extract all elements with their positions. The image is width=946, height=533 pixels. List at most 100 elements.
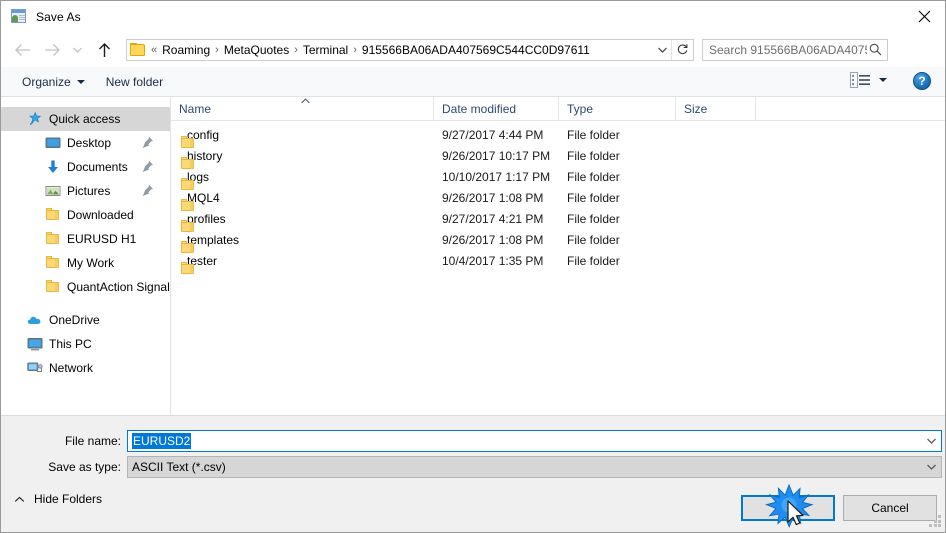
pin-icon[interactable] [142,136,154,149]
sidebar-item-eurusd-h1[interactable]: EURUSD H1 [1,227,170,251]
save-as-type-row: Save as type: ASCII Text (*.csv) [1,456,942,478]
folder-icon [130,43,146,56]
forward-button[interactable] [39,37,65,63]
sidebar-item-label: QuantAction Signal [67,280,170,294]
file-name-value[interactable]: EURUSD2 [132,433,192,449]
table-row[interactable]: MQL4 9/26/2017 1:08 PM File folder [171,187,945,211]
column-header-size[interactable]: Size [676,97,756,121]
sidebar-item-onedrive[interactable]: OneDrive [1,308,170,332]
hide-folders-label: Hide Folders [34,492,103,506]
file-type-cell: File folder [567,253,620,268]
save-as-type-select[interactable]: ASCII Text (*.csv) [127,456,942,478]
file-date-cell: 9/26/2017 1:08 PM [442,232,544,247]
file-date-cell: 10/4/2017 1:35 PM [442,253,544,268]
refresh-icon [677,44,688,55]
chevron-down-icon [879,78,887,82]
cloud-icon [27,312,43,328]
save-as-icon [10,8,27,25]
address-bar[interactable]: « Roaming › MetaQuotes › Terminal › 9155… [126,38,694,61]
chevron-up-icon [14,496,25,502]
sidebar-item-label: This PC [49,337,92,351]
picture-icon [45,183,61,199]
view-layout-icon [850,72,870,88]
column-header-label: Date modified [442,101,517,116]
table-row[interactable]: templates 9/26/2017 1:08 PM File folder [171,229,945,253]
save-label: Save [774,501,802,515]
save-as-type-label: Save as type: [48,460,121,474]
breadcrumb-overflow[interactable]: « [148,44,158,56]
file-date-cell: 9/27/2017 4:21 PM [442,211,544,226]
save-as-type-dropdown-button[interactable] [922,457,941,477]
sort-ascending-icon [301,97,310,103]
navigation-sidebar[interactable]: Quick access Desktop Documents Pictures … [1,97,171,415]
save-button[interactable]: Save [741,495,835,521]
sidebar-item-my-work[interactable]: My Work [1,251,170,275]
table-row[interactable]: profiles 9/27/2017 4:21 PM File folder [171,208,945,232]
column-header-type[interactable]: Type [559,97,676,121]
chevron-down-icon [72,47,82,53]
column-header-row: Name Date modified Type Size [171,97,945,121]
resize-grip-icon[interactable] [929,515,942,528]
cancel-button[interactable]: Cancel [843,495,937,521]
recent-locations-button[interactable] [67,37,87,63]
title-bar: Save As [1,1,945,32]
hide-folders-button[interactable]: Hide Folders [14,492,102,506]
sidebar-item-documents[interactable]: Documents [1,155,170,179]
file-type-cell: File folder [567,232,620,247]
table-row[interactable]: history 9/26/2017 10:17 PM File folder [171,145,945,169]
sidebar-item-label: OneDrive [49,313,100,327]
breadcrumb-item-metaquotes[interactable]: MetaQuotes [220,41,293,59]
sidebar-item-label: Downloaded [67,208,134,222]
chevron-down-icon [657,47,667,53]
file-name-label: File name: [64,434,121,448]
breadcrumb-item-terminal-id[interactable]: 915566BA06ADA407569C544CC0D97611 [358,41,594,59]
up-one-level-button[interactable] [91,37,117,63]
help-label: ? [918,74,926,88]
sidebar-item-this-pc[interactable]: This PC [1,332,170,356]
folder-icon [45,231,61,247]
file-name-cell: history [171,149,434,169]
view-options-group[interactable] [850,72,887,88]
table-row[interactable]: logs 10/10/2017 1:17 PM File folder [171,166,945,190]
column-header-label: Name [179,101,212,116]
breadcrumb-item-terminal[interactable]: Terminal [299,41,352,59]
file-date-cell: 9/26/2017 1:08 PM [442,190,544,205]
sidebar-item-label: My Work [67,256,115,270]
sidebar-item-quantaction-signal[interactable]: QuantAction Signal [1,275,170,299]
file-date-cell: 10/10/2017 1:17 PM [442,169,551,184]
sidebar-item-quick-access[interactable]: Quick access [1,107,170,131]
help-button[interactable]: ? [913,72,931,90]
pin-icon[interactable] [142,160,154,173]
arrow-right-icon [44,43,60,56]
sidebar-item-desktop[interactable]: Desktop [1,131,170,155]
column-header-name[interactable]: Name [171,97,434,121]
network-icon [27,360,43,376]
refresh-button[interactable] [671,39,693,60]
address-dropdown-button[interactable] [653,40,671,60]
file-name-input[interactable]: EURUSD2 [127,430,942,452]
organize-menu-button[interactable]: Organize [15,71,92,93]
file-name-label: templates [187,232,240,247]
search-icon [869,43,882,55]
back-button[interactable] [9,37,35,63]
star-pin-icon [27,111,43,127]
breadcrumb-item-roaming[interactable]: Roaming [158,41,214,59]
cancel-label: Cancel [871,501,909,515]
pin-icon[interactable] [142,184,154,197]
file-name-dropdown-button[interactable] [922,431,941,451]
search-box[interactable] [702,38,888,61]
table-row[interactable]: config 9/27/2017 4:44 PM File folder [171,124,945,148]
folder-icon [45,255,61,271]
new-folder-button[interactable]: New folder [99,71,170,93]
table-row[interactable]: tester 10/4/2017 1:35 PM File folder [171,250,945,274]
sidebar-item-downloaded[interactable]: Downloaded [1,203,170,227]
close-button[interactable] [901,1,945,32]
column-header-date-modified[interactable]: Date modified [434,97,559,121]
dialog-footer: File name: EURUSD2 Save as type: ASCII T… [1,415,945,532]
file-list-pane[interactable]: Name Date modified Type Size config 9/27… [171,97,945,415]
sidebar-item-network[interactable]: Network [1,356,170,380]
sidebar-item-pictures[interactable]: Pictures [1,179,170,203]
search-input[interactable] [709,42,867,57]
file-date-cell: 9/26/2017 10:17 PM [442,148,551,163]
